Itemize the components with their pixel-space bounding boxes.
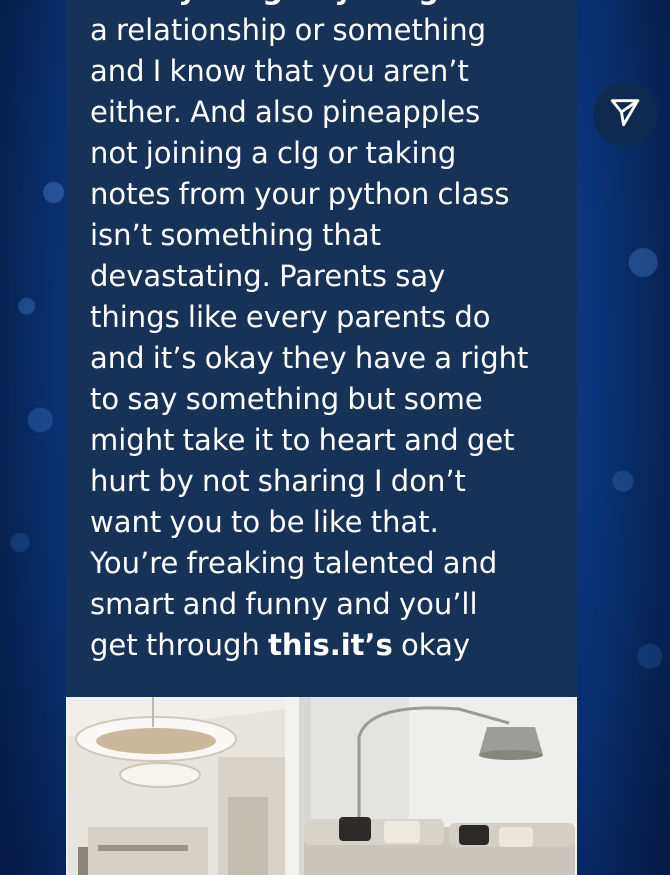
caption-text: okay [392, 628, 471, 662]
caption-text: You’re freaking talented and [90, 546, 498, 580]
caption-line: You’re freaking talented and [90, 543, 550, 584]
story-text-card: for anything.anything at all be a relatio… [66, 0, 577, 697]
photo-pendant-lamp-room[interactable] [68, 697, 285, 875]
caption-line: get through this.it’s okay [90, 625, 550, 666]
caption-text: not joining a clg or taking [90, 136, 457, 170]
photo-strip [66, 697, 577, 875]
caption-text: things like every parents do [90, 300, 491, 334]
caption-text: might take it to heart and get [90, 423, 515, 457]
caption-text: want you to be like that. [90, 505, 439, 539]
caption-line: isn’t something that [90, 215, 550, 256]
story-caption: for anything.anything at all be a relatio… [90, 0, 563, 666]
caption-line: smart and funny and you’ll [90, 584, 550, 625]
caption-line: want you to be like that. [90, 502, 550, 543]
caption-line: to say something but some [90, 379, 550, 420]
caption-line: notes from your python class [90, 174, 550, 215]
photo-living-room-sofa[interactable] [299, 697, 575, 875]
caption-text: get through [90, 628, 269, 662]
caption-text: smart and funny and you’ll [90, 587, 478, 621]
caption-text: isn’t something that [90, 218, 382, 252]
caption-text: devastating. Parents say [90, 259, 446, 293]
caption-text: either. And also pineapples [90, 95, 481, 129]
caption-line: hurt by not sharing I don’t [90, 461, 550, 502]
caption-bold-text: anything.anything [138, 0, 439, 6]
caption-text: to say something but some [90, 382, 483, 416]
caption-line: for anything.anything at all be [90, 0, 563, 10]
caption-line: and I know that you aren’t [90, 51, 550, 92]
caption-text: hurt by not sharing I don’t [90, 464, 466, 498]
caption-text: and it’s okay they have a right [90, 341, 529, 375]
paper-plane-icon [608, 95, 642, 134]
caption-line: might take it to heart and get [90, 420, 550, 461]
caption-text: for [90, 0, 138, 6]
caption-line: and it’s okay they have a right [90, 338, 550, 379]
caption-text: a relationship or something [90, 13, 487, 47]
caption-text: notes from your python class [90, 177, 510, 211]
caption-line: a relationship or something [90, 10, 550, 51]
caption-line: devastating. Parents say [90, 256, 550, 297]
caption-text: and I know that you aren’t [90, 54, 469, 88]
caption-line: either. And also pineapples [90, 92, 550, 133]
caption-line: not joining a clg or taking [90, 133, 550, 174]
caption-bold-text: this.it’s [268, 628, 393, 662]
share-button[interactable] [593, 82, 657, 146]
caption-text: at all be [439, 0, 563, 6]
caption-line: things like every parents do [90, 297, 550, 338]
